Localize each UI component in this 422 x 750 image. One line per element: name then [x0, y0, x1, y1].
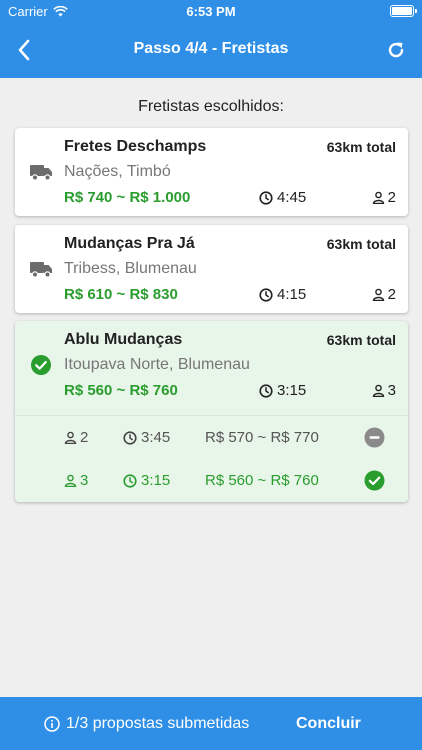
- mover-duration: 3:15: [259, 382, 306, 399]
- mover-people: 2: [372, 189, 396, 206]
- people-value: 2: [387, 286, 396, 303]
- header: Passo 4/4 - Fretistas: [0, 22, 422, 78]
- mover-price: R$ 610 ~ R$ 830: [64, 286, 178, 303]
- option-people: 2: [64, 429, 88, 446]
- clock-icon: [123, 430, 137, 445]
- mover-duration: 4:15: [259, 286, 306, 303]
- person-icon: [372, 384, 384, 397]
- footer: 1/3 propostas submetidas Concluir: [0, 697, 422, 750]
- clock-icon: [259, 287, 273, 302]
- mover-card[interactable]: Fretes Deschamps 63km total Nações, Timb…: [15, 128, 408, 216]
- mover-card-selected[interactable]: Ablu Mudanças 63km total Itoupava Norte,…: [15, 321, 408, 502]
- option-price: R$ 560 ~ R$ 760: [205, 472, 319, 489]
- option-duration: 3:45: [123, 429, 170, 446]
- submission-count: 1/3 propostas submetidas: [66, 715, 250, 732]
- section-title: Fretistas escolhidos:: [138, 98, 284, 115]
- option-people: 3: [64, 472, 88, 489]
- option-people-value: 2: [80, 429, 89, 446]
- option-people-value: 3: [80, 472, 89, 489]
- mover-people: 2: [372, 286, 396, 303]
- proposal-option[interactable]: 2 3:45 R$ 570 ~ R$ 770: [15, 416, 408, 459]
- refresh-icon: [388, 42, 404, 58]
- proposal-option-selected[interactable]: 3 3:15 R$ 560 ~ R$ 760: [15, 459, 408, 502]
- duration-value: 4:15: [277, 286, 307, 303]
- mover-location: Itoupava Norte, Blumenau: [64, 356, 250, 373]
- mover-duration: 4:45: [259, 189, 306, 206]
- option-duration-value: 3:15: [141, 472, 171, 489]
- duration-value: 4:45: [277, 189, 307, 206]
- option-duration-value: 3:45: [141, 429, 171, 446]
- person-icon: [372, 191, 384, 204]
- clock: 6:53 PM: [186, 4, 236, 19]
- info-icon: [44, 716, 60, 732]
- clock-icon: [123, 473, 137, 488]
- mover-distance: 63km total: [326, 139, 396, 155]
- mover-location: Nações, Timbó: [64, 163, 171, 180]
- mover-distance: 63km total: [326, 236, 396, 252]
- mover-price: R$ 560 ~ R$ 760: [64, 382, 178, 399]
- option-duration: 3:15: [123, 472, 170, 489]
- truck-icon: [29, 161, 53, 183]
- truck-icon: [29, 258, 53, 280]
- check-circle-icon: [29, 354, 53, 376]
- clock-icon: [259, 383, 273, 398]
- duration-value: 3:15: [277, 382, 307, 399]
- option-price: R$ 570 ~ R$ 770: [205, 429, 319, 446]
- mover-people: 3: [372, 382, 396, 399]
- mover-location: Tribess, Blumenau: [64, 260, 197, 277]
- person-icon: [64, 431, 77, 444]
- page-title: Passo 4/4 - Fretistas: [133, 40, 289, 57]
- people-value: 2: [387, 189, 396, 206]
- mover-name: Ablu Mudanças: [64, 331, 183, 348]
- submission-info: 1/3 propostas submetidas: [44, 715, 249, 733]
- mover-price: R$ 740 ~ R$ 1.000: [64, 189, 191, 206]
- remove-circle-icon[interactable]: [363, 426, 385, 448]
- refresh-button[interactable]: [382, 36, 410, 64]
- clock-icon: [259, 190, 273, 205]
- person-icon: [372, 288, 384, 301]
- battery-icon: [390, 5, 417, 17]
- conclude-button[interactable]: Concluir: [296, 715, 361, 733]
- mover-distance: 63km total: [326, 332, 396, 348]
- mover-name: Mudanças Pra Já: [64, 235, 195, 252]
- mover-name: Fretes Deschamps: [64, 138, 207, 155]
- person-icon: [64, 474, 77, 487]
- people-value: 3: [387, 382, 396, 399]
- mover-card[interactable]: Mudanças Pra Já 63km total Tribess, Blum…: [15, 225, 408, 313]
- status-bar: Carrier 6:53 PM: [0, 0, 422, 22]
- check-circle-icon[interactable]: [363, 469, 385, 491]
